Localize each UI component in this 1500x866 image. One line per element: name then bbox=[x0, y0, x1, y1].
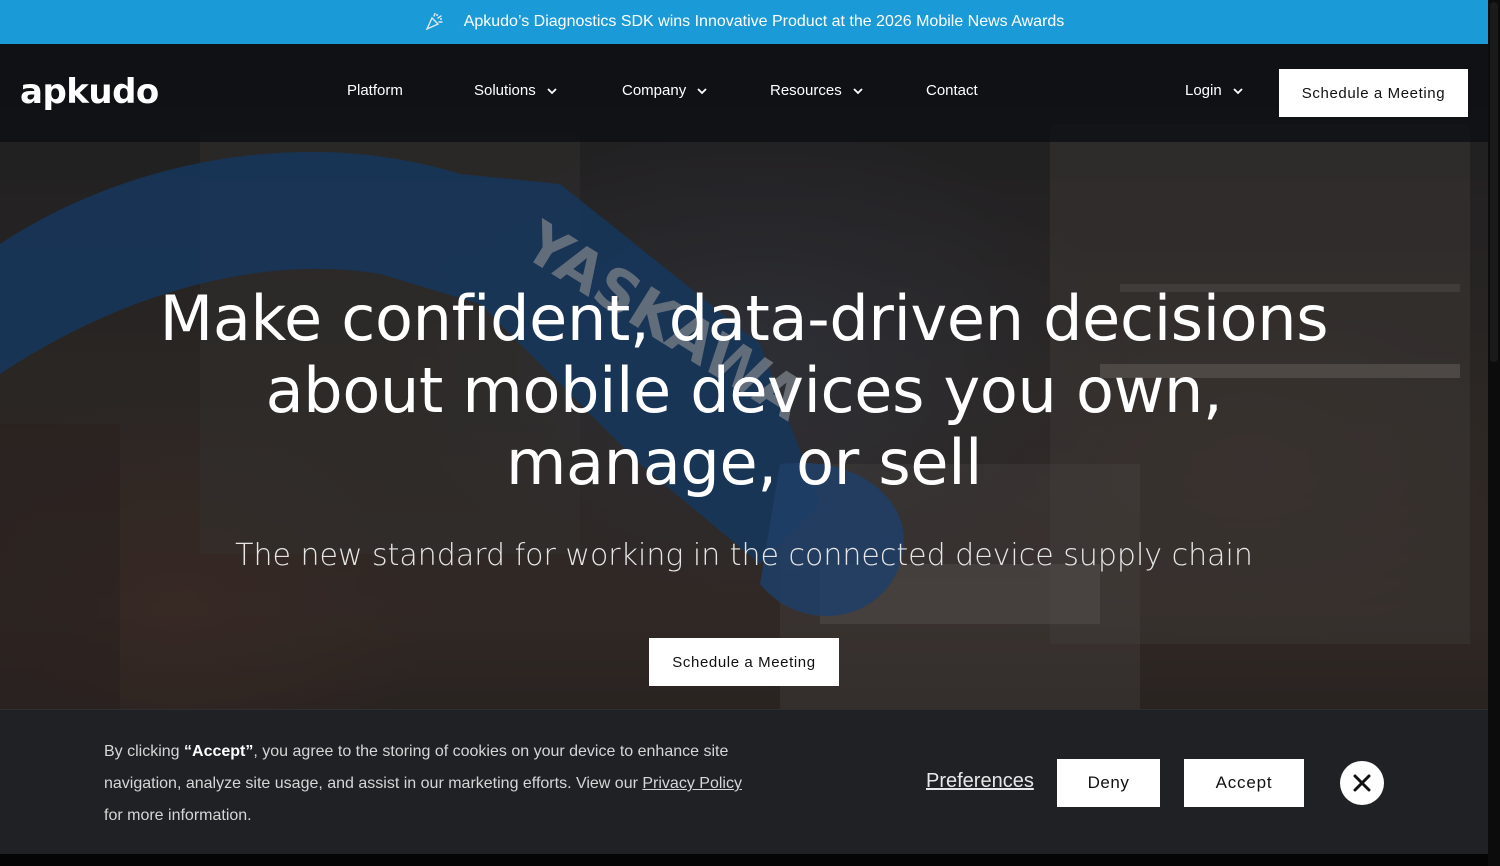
chevron-down-icon bbox=[853, 87, 863, 94]
accept-button[interactable]: Accept bbox=[1184, 759, 1304, 807]
chevron-down-icon bbox=[547, 87, 557, 94]
announcement-bar[interactable]: Apkudo’s Diagnostics SDK wins Innovative… bbox=[0, 0, 1488, 44]
cookie-text-suffix: for more information. bbox=[104, 807, 252, 824]
deny-button[interactable]: Deny bbox=[1057, 759, 1160, 807]
nav-item-platform[interactable]: Platform bbox=[347, 82, 403, 99]
cookie-text-prefix: By clicking bbox=[104, 743, 185, 760]
cookie-text-bold: “Accept” bbox=[184, 743, 254, 760]
apkudo-logo[interactable]: apkudo bbox=[20, 72, 159, 112]
login-dropdown[interactable]: Login bbox=[1185, 82, 1244, 99]
scrollbar-thumb[interactable] bbox=[1490, 2, 1498, 362]
nav-item-label: Solutions bbox=[474, 82, 536, 99]
nav-item-contact[interactable]: Contact bbox=[926, 82, 978, 99]
announcement-text[interactable]: Apkudo’s Diagnostics SDK wins Innovative… bbox=[464, 13, 1065, 31]
privacy-policy-link[interactable]: Privacy Policy bbox=[642, 775, 742, 792]
chevron-down-icon bbox=[1233, 87, 1243, 94]
nav-item-label: Resources bbox=[770, 82, 842, 99]
party-popper-icon bbox=[425, 12, 443, 31]
preferences-link[interactable]: Preferences bbox=[926, 770, 1034, 793]
cookie-consent-banner: By clicking “Accept”, you agree to the s… bbox=[0, 709, 1488, 854]
nav-item-solutions[interactable]: Solutions bbox=[474, 82, 558, 99]
schedule-meeting-hero-button[interactable]: Schedule a Meeting bbox=[649, 638, 839, 686]
nav-item-label: Contact bbox=[926, 82, 978, 99]
hero-subhead: The new standard for working in the conn… bbox=[235, 538, 1253, 573]
top-navigation: apkudo Platform Solutions Company Resour… bbox=[0, 44, 1488, 142]
page-bottom-edge bbox=[0, 854, 1488, 866]
cookie-message: By clicking “Accept”, you agree to the s… bbox=[104, 736, 744, 832]
schedule-meeting-nav-button[interactable]: Schedule a Meeting bbox=[1279, 69, 1468, 117]
hero-headline: Make confident, data-driven decisions ab… bbox=[159, 282, 1329, 499]
close-icon bbox=[1353, 774, 1371, 792]
login-label: Login bbox=[1185, 82, 1222, 99]
vertical-scrollbar[interactable] bbox=[1488, 0, 1500, 866]
nav-item-resources[interactable]: Resources bbox=[770, 82, 864, 99]
close-banner-button[interactable] bbox=[1340, 761, 1384, 805]
chevron-down-icon bbox=[697, 87, 707, 94]
nav-item-label: Company bbox=[622, 82, 687, 99]
nav-item-label: Platform bbox=[347, 82, 403, 99]
nav-item-company[interactable]: Company bbox=[622, 82, 708, 99]
